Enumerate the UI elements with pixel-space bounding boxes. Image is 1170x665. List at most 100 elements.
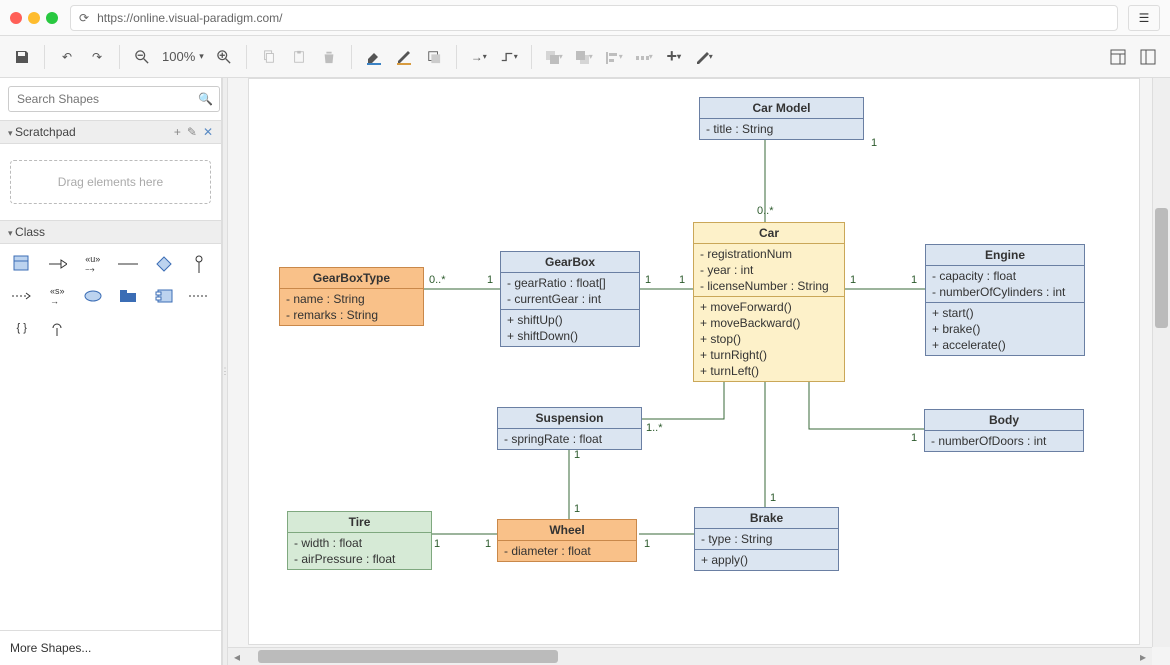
uml-class-wheel[interactable]: Wheel- diameter : float xyxy=(497,519,637,562)
shape-component-icon[interactable] xyxy=(148,284,180,308)
more-button[interactable]: ▾ xyxy=(690,43,718,71)
uml-class-gearboxtype[interactable]: GearBoxType- name : String- remarks : St… xyxy=(279,267,424,326)
shape-generalization-icon[interactable] xyxy=(42,252,74,276)
pencil-icon[interactable]: ✎ xyxy=(187,125,197,139)
zoom-dropdown[interactable]: 100%▾ xyxy=(158,49,208,64)
save-button[interactable] xyxy=(8,43,36,71)
class-title: Suspension xyxy=(498,408,641,429)
class-operations: + shiftUp()+ shiftDown() xyxy=(501,309,639,346)
shape-interface-icon[interactable] xyxy=(148,252,180,276)
class-attributes: - diameter : float xyxy=(498,541,636,561)
close-window-icon[interactable] xyxy=(10,12,22,24)
zoom-out-button[interactable] xyxy=(128,43,156,71)
url-bar[interactable]: ⟳ https://online.visual-paradigm.com/ xyxy=(70,5,1118,31)
horizontal-scrollbar[interactable]: ◂ ▸ xyxy=(228,647,1152,665)
class-title: GearBox xyxy=(501,252,639,273)
shape-package-icon[interactable] xyxy=(113,284,145,308)
close-icon[interactable]: ✕ xyxy=(203,125,213,139)
shape-palette: «u»⤍ «s»→ { } xyxy=(0,244,221,348)
class-attributes: - capacity : float- numberOfCylinders : … xyxy=(926,266,1084,302)
zoom-in-button[interactable] xyxy=(210,43,238,71)
vertical-scrollbar[interactable] xyxy=(1152,78,1170,647)
multiplicity-label: 1 xyxy=(574,503,580,515)
redo-button[interactable]: ↷ xyxy=(83,43,111,71)
multiplicity-label: 0..* xyxy=(429,274,446,286)
toolbar: ↶ ↷ 100%▾ →▾ ▾ ▾ ▾ ▾ ▾ +▾ ▾ xyxy=(0,36,1170,78)
uml-class-gearbox[interactable]: GearBox- gearRatio : float[]- currentGea… xyxy=(500,251,640,347)
format-panel-toggle[interactable] xyxy=(1104,43,1132,71)
to-back-button[interactable]: ▾ xyxy=(570,43,598,71)
more-shapes-button[interactable]: More Shapes... xyxy=(0,630,221,665)
distribute-button[interactable]: ▾ xyxy=(630,43,658,71)
connection-style-button[interactable]: →▾ xyxy=(465,43,493,71)
multiplicity-label: 1 xyxy=(487,274,493,286)
shape-dependency2-icon[interactable] xyxy=(184,284,216,308)
fill-color-button[interactable] xyxy=(360,43,388,71)
shape-usage-icon[interactable]: «u»⤍ xyxy=(77,252,109,276)
menu-button[interactable]: ☰ xyxy=(1128,5,1160,31)
minimize-window-icon[interactable] xyxy=(28,12,40,24)
canvas-area[interactable]: 1 0..* 1 1 0..* 1 1 1 1 1 1 1 1 1..* 1 1… xyxy=(228,78,1170,665)
shape-dependency-icon[interactable] xyxy=(6,284,38,308)
shadow-button[interactable] xyxy=(420,43,448,71)
class-title: Brake xyxy=(695,508,838,529)
search-input[interactable] xyxy=(8,86,220,112)
uml-class-tire[interactable]: Tire- width : float- airPressure : float xyxy=(287,511,432,570)
plus-icon[interactable]: + xyxy=(174,125,181,139)
to-front-button[interactable]: ▾ xyxy=(540,43,568,71)
shape-socket-icon[interactable] xyxy=(42,316,74,340)
outline-panel-toggle[interactable] xyxy=(1134,43,1162,71)
titlebar: ⟳ https://online.visual-paradigm.com/ ☰ xyxy=(0,0,1170,36)
shape-association-icon[interactable] xyxy=(113,252,145,276)
multiplicity-label: 1 xyxy=(645,274,651,286)
shape-lollipop-icon[interactable] xyxy=(184,252,216,276)
window-controls xyxy=(10,12,58,24)
class-attributes: - numberOfDoors : int xyxy=(925,431,1083,451)
copy-button[interactable] xyxy=(255,43,283,71)
class-title: Car xyxy=(694,223,844,244)
uml-class-car-model[interactable]: Car Model- title : String xyxy=(699,97,864,140)
class-title: Body xyxy=(925,410,1083,431)
delete-button[interactable] xyxy=(315,43,343,71)
class-title: Engine xyxy=(926,245,1084,266)
align-button[interactable]: ▾ xyxy=(600,43,628,71)
sidebar: 🔍 Scratchpad + ✎ ✕ Drag elements here Cl… xyxy=(0,78,222,665)
multiplicity-label: 1 xyxy=(644,538,650,550)
add-button[interactable]: +▾ xyxy=(660,43,688,71)
shape-note-icon[interactable] xyxy=(77,284,109,308)
multiplicity-label: 1 xyxy=(911,274,917,286)
class-title: Tire xyxy=(288,512,431,533)
undo-button[interactable]: ↶ xyxy=(53,43,81,71)
multiplicity-label: 1 xyxy=(911,432,917,444)
waypoint-style-button[interactable]: ▾ xyxy=(495,43,523,71)
shape-realization-icon[interactable]: «s»→ xyxy=(42,284,74,308)
maximize-window-icon[interactable] xyxy=(46,12,58,24)
uml-class-suspension[interactable]: Suspension- springRate : float xyxy=(497,407,642,450)
chevron-down-icon: ▾ xyxy=(199,51,204,62)
multiplicity-label: 1 xyxy=(871,137,877,149)
uml-class-brake[interactable]: Brake- type : String+ apply() xyxy=(694,507,839,571)
uml-class-engine[interactable]: Engine- capacity : float- numberOfCylind… xyxy=(925,244,1085,356)
class-operations: + start()+ brake()+ accelerate() xyxy=(926,302,1084,355)
class-title: Car Model xyxy=(700,98,863,119)
hamburger-icon: ☰ xyxy=(1139,11,1150,25)
class-attributes: - springRate : float xyxy=(498,429,641,449)
scroll-left-icon[interactable]: ◂ xyxy=(228,648,246,665)
scratchpad-header[interactable]: Scratchpad + ✎ ✕ xyxy=(0,120,221,144)
class-title: Wheel xyxy=(498,520,636,541)
class-shapes-header[interactable]: Class xyxy=(0,220,221,244)
uml-class-car[interactable]: Car- registrationNum- year : int- licens… xyxy=(693,222,845,382)
uml-class-body[interactable]: Body- numberOfDoors : int xyxy=(924,409,1084,452)
multiplicity-label: 0..* xyxy=(757,205,774,217)
refresh-icon[interactable]: ⟳ xyxy=(79,11,89,25)
shape-constraint-icon[interactable]: { } xyxy=(6,316,38,340)
line-color-button[interactable] xyxy=(390,43,418,71)
class-operations: + apply() xyxy=(695,549,838,570)
diagram-canvas[interactable]: 1 0..* 1 1 0..* 1 1 1 1 1 1 1 1 1..* 1 1… xyxy=(248,78,1140,645)
multiplicity-label: 1 xyxy=(850,274,856,286)
scroll-right-icon[interactable]: ▸ xyxy=(1134,648,1152,665)
class-attributes: - registrationNum- year : int- licenseNu… xyxy=(694,244,844,296)
paste-button[interactable] xyxy=(285,43,313,71)
scratchpad-drop-area[interactable]: Drag elements here xyxy=(10,160,211,204)
shape-class-icon[interactable] xyxy=(6,252,38,276)
